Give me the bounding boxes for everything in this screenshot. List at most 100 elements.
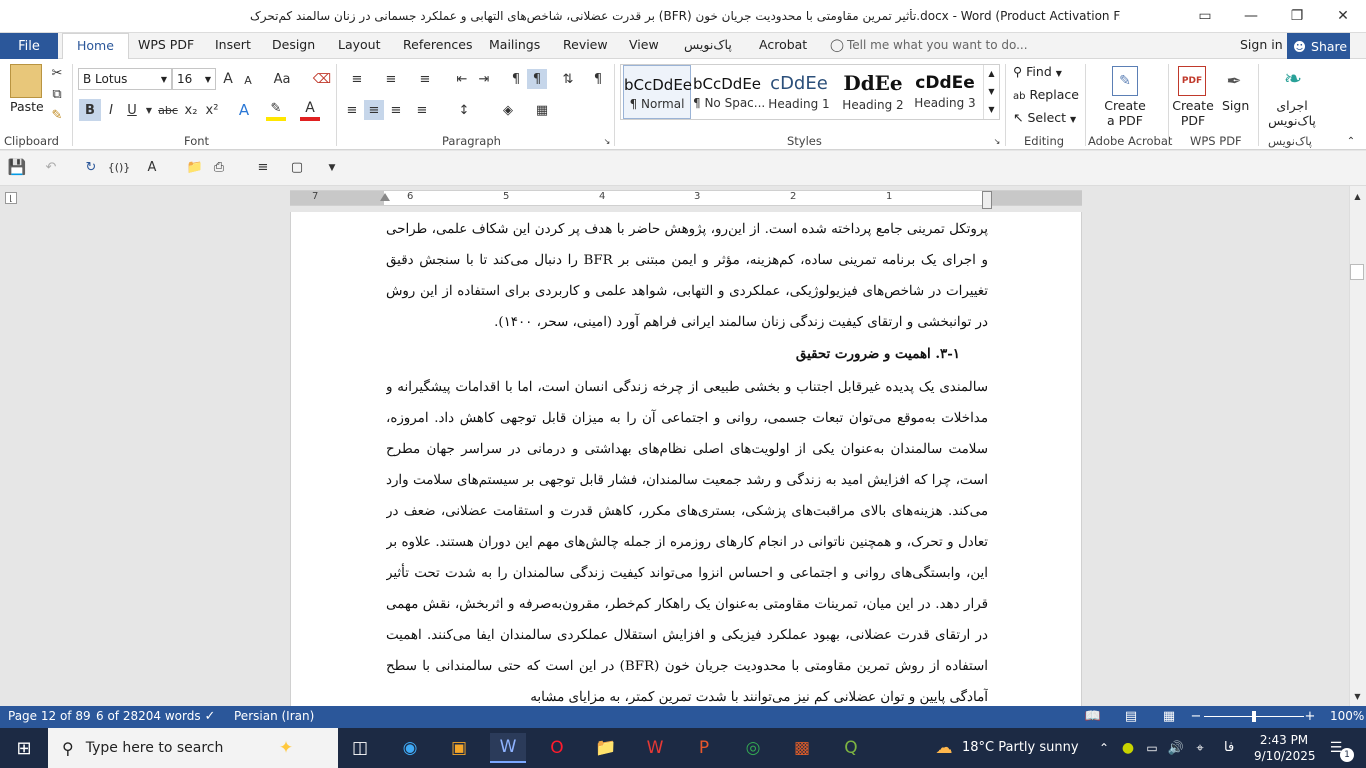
borders-icon[interactable]: ▦ [528,100,556,120]
chevron-up-icon[interactable]: ▲ [984,65,999,83]
paste-button[interactable]: Paste [10,99,44,114]
copilot-sparkle-icon[interactable]: ✦ [268,733,304,763]
feather-icon[interactable]: ❧ [1278,64,1308,94]
web-layout-icon[interactable]: ▦ [1160,708,1178,724]
replace-button[interactable]: ab Replace [1013,87,1079,102]
align-center-icon[interactable]: ≡ [364,100,384,120]
text-effects-icon[interactable]: A [234,99,254,121]
font-size-combo[interactable]: 16 ▼ [172,68,216,90]
strikethrough-button[interactable]: abc [157,99,179,121]
chrome-icon[interactable]: ◎ [735,733,771,763]
input-language[interactable]: فا [1224,740,1234,755]
style-normal[interactable]: bCcDdEe ¶ Normal [623,65,692,119]
align-right-icon[interactable]: ≡ [386,100,406,120]
read-mode-icon[interactable]: 📖 [1084,708,1102,724]
share-button[interactable]: ☻ Share [1287,33,1350,59]
section-heading[interactable]: ۳-۱. اهمیت و ضرورت تحقیق [386,346,960,362]
bullets-icon[interactable]: ≡ [343,69,371,89]
pen-sign-icon[interactable]: ✒ [1220,66,1248,96]
clear-formatting-icon[interactable]: ⌫ [312,69,332,89]
tell-me-input[interactable]: Tell me what you want to do... [847,38,1028,52]
run-paknevis-button[interactable]: اجرای پاک‌نویس [1264,98,1320,128]
tab-review[interactable]: Review [563,37,608,52]
opera-icon[interactable]: O [539,733,575,763]
scrollbar-thumb[interactable] [1350,264,1364,280]
align-left-icon[interactable]: ≡ [342,100,362,120]
zoom-level[interactable]: 100% [1330,709,1364,723]
battery-icon[interactable]: ▭ [1142,733,1162,763]
ltr-direction-icon[interactable]: ¶ [506,69,526,89]
sort-icon[interactable]: ⇅ [558,69,578,89]
shrink-font-icon[interactable]: A [240,71,256,89]
change-case-icon[interactable]: Aa [268,69,296,89]
undo-icon[interactable]: ↶ [42,158,60,176]
tab-home[interactable]: Home [62,33,129,60]
wps-create-pdf-button[interactable]: Create PDF [1172,98,1214,128]
customize-qat-icon[interactable]: ▼ [326,160,338,176]
italic-button[interactable]: I [102,99,120,121]
style-no-spacing[interactable]: bCcDdEe ¶ No Spac... [693,65,765,119]
styles-quick-icon[interactable]: A [142,158,162,176]
print-layout-icon[interactable]: ▤ [1122,708,1140,724]
paragraph-2[interactable]: سالمندی یک پدیده غیرقابل اجتناب و بخشی ط… [386,372,988,706]
tab-references[interactable]: References [403,37,472,52]
select-button[interactable]: ↖ Select ▼ [1013,110,1076,125]
line-spacing-icon[interactable]: ↕ [450,100,478,120]
vpn-icon[interactable]: ● [1118,733,1138,763]
decrease-indent-icon[interactable]: ⇤ [452,69,472,89]
zoom-in-icon[interactable]: + [1304,708,1316,724]
zoom-out-icon[interactable]: − [1190,708,1202,724]
ribbon-display-options-icon[interactable]: ▭ [1182,0,1228,32]
cut-icon[interactable]: ✂ [48,64,66,82]
word-count[interactable]: 6 of 28204 words [96,709,201,723]
weather-icon[interactable]: ☁ [926,733,962,763]
sign-in-link[interactable]: Sign in [1240,37,1283,52]
lightbulb-icon[interactable]: ◯ [830,37,844,52]
print-preview-icon[interactable]: ⎙ [210,158,228,176]
increase-indent-icon[interactable]: ⇥ [474,69,494,89]
wps-pdf-icon[interactable]: PDF [1178,66,1206,96]
maximize-button[interactable]: ❐ [1274,0,1320,32]
highlighter-icon[interactable]: ✎ [266,99,286,121]
font-name-combo[interactable]: B Lotus ▼ [78,68,172,90]
style-heading-2[interactable]: DdEe Heading 2 [839,65,907,119]
copy-icon[interactable]: ⧉ [48,85,66,103]
show-marks-icon[interactable]: ¶ [588,69,608,89]
style-heading-1[interactable]: cDdEe Heading 1 [765,65,833,119]
rtl-direction-icon[interactable]: ¶ [527,69,547,89]
file-tab[interactable]: File [0,33,58,60]
styles-scroll[interactable]: ▲ ▼ ▼ [983,65,999,119]
equation-icon[interactable]: {()} [106,158,132,176]
task-view-icon[interactable]: ◫ [342,733,378,763]
superscript-button[interactable]: x² [202,99,222,121]
tab-paknevis[interactable]: پاک‌نویس [684,37,732,52]
tab-design[interactable]: Design [272,37,315,52]
right-indent-marker-icon[interactable] [982,191,992,209]
numbering-icon[interactable]: ≡ [377,69,405,89]
wps-office-icon[interactable]: W [637,733,673,763]
bold-button[interactable]: B [79,99,101,121]
windows-start-icon[interactable]: ⊞ [12,736,36,760]
more-icon[interactable]: ▼ [984,101,999,119]
tab-acrobat[interactable]: Acrobat [759,37,807,52]
tab-layout[interactable]: Layout [338,37,381,52]
create-pdf-button[interactable]: Create a PDF [1104,98,1146,128]
subscript-button[interactable]: x₂ [181,99,201,121]
show-hidden-icons[interactable]: ⌃ [1094,733,1114,763]
word-app-icon[interactable]: W [490,733,526,763]
font-color-button[interactable]: A [300,99,320,121]
winrar-icon[interactable]: ▩ [784,733,820,763]
open-folder-icon[interactable]: 📁 [186,158,204,176]
chevron-down-icon[interactable]: ▼ [984,83,999,101]
collapse-ribbon-icon[interactable]: ⌃ [1344,134,1358,148]
wps-presentation-icon[interactable]: P [686,733,722,763]
list-icon[interactable]: ≡ [254,158,272,176]
minimize-button[interactable]: — [1228,0,1274,32]
edge-icon[interactable]: ◉ [392,733,428,763]
store-icon[interactable]: ▣ [441,733,477,763]
dialog-launcher-icon[interactable]: ↘ [602,136,612,146]
volume-icon[interactable]: 🔊 [1166,733,1186,763]
chevron-down-icon[interactable]: ▼ [144,102,154,118]
find-button[interactable]: ⚲ Find ▼ [1013,64,1062,79]
language-indicator[interactable]: Persian (Iran) [234,709,314,723]
